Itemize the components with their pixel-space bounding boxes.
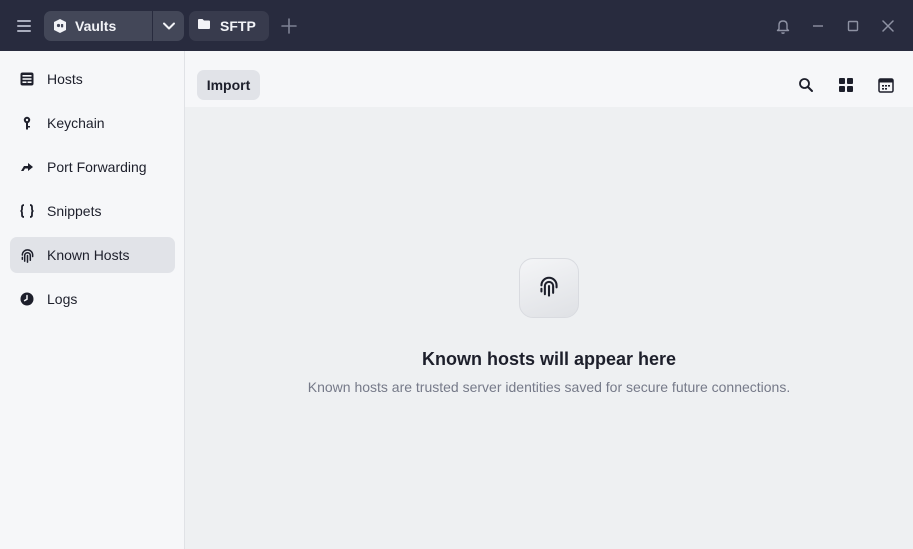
minimize-icon[interactable] [808, 16, 828, 36]
sidebar-item-known-hosts[interactable]: Known Hosts [10, 237, 175, 273]
vaults-button[interactable]: Vaults [44, 11, 152, 41]
sidebar-item-label: Hosts [47, 71, 83, 87]
folder-icon [197, 17, 211, 35]
sftp-label: SFTP [220, 18, 256, 34]
bell-icon[interactable] [773, 16, 793, 36]
empty-state-title: Known hosts will appear here [421, 349, 677, 369]
fingerprint-icon [538, 275, 560, 302]
maximize-icon[interactable] [843, 16, 863, 36]
plus-icon[interactable] [279, 16, 299, 36]
search-icon[interactable] [796, 75, 816, 95]
menu-icon[interactable] [14, 16, 34, 36]
sidebar-item-logs[interactable]: Logs [10, 281, 175, 317]
close-icon[interactable] [878, 16, 898, 36]
main-content: Known hosts will appear here Known hosts… [185, 107, 913, 549]
title-bar: Vaults SFTP [0, 0, 913, 51]
sidebar-item-label: Known Hosts [47, 247, 130, 263]
sidebar: Hosts Keychain Port Forwarding Snippets … [0, 51, 185, 549]
vaults-label: Vaults [75, 18, 117, 34]
sidebar-item-label: Port Forwarding [47, 159, 147, 175]
port-forward-icon [19, 159, 35, 175]
sidebar-item-snippets[interactable]: Snippets [10, 193, 175, 229]
sidebar-item-hosts[interactable]: Hosts [10, 61, 175, 97]
key-icon [19, 115, 35, 131]
toolbar: Import [185, 51, 913, 107]
empty-state-description: Known hosts are trusted server identitie… [307, 379, 791, 395]
empty-state-badge [519, 258, 579, 318]
sidebar-item-label: Keychain [47, 115, 105, 131]
clock-icon [19, 291, 35, 307]
sidebar-item-label: Snippets [47, 203, 102, 219]
import-button[interactable]: Import [197, 70, 260, 100]
sidebar-item-label: Logs [47, 291, 78, 307]
grid-view-icon[interactable] [836, 75, 856, 95]
calendar-icon[interactable] [876, 75, 896, 95]
sidebar-item-keychain[interactable]: Keychain [10, 105, 175, 141]
snippets-icon [19, 203, 35, 219]
vaults-selector: Vaults [44, 11, 184, 41]
tab-sftp[interactable]: SFTP [189, 11, 269, 41]
hosts-icon [19, 71, 35, 87]
chevron-down-icon[interactable] [153, 11, 184, 41]
sidebar-item-port-forwarding[interactable]: Port Forwarding [10, 149, 175, 185]
vault-icon [52, 18, 68, 34]
fingerprint-icon [19, 247, 35, 263]
